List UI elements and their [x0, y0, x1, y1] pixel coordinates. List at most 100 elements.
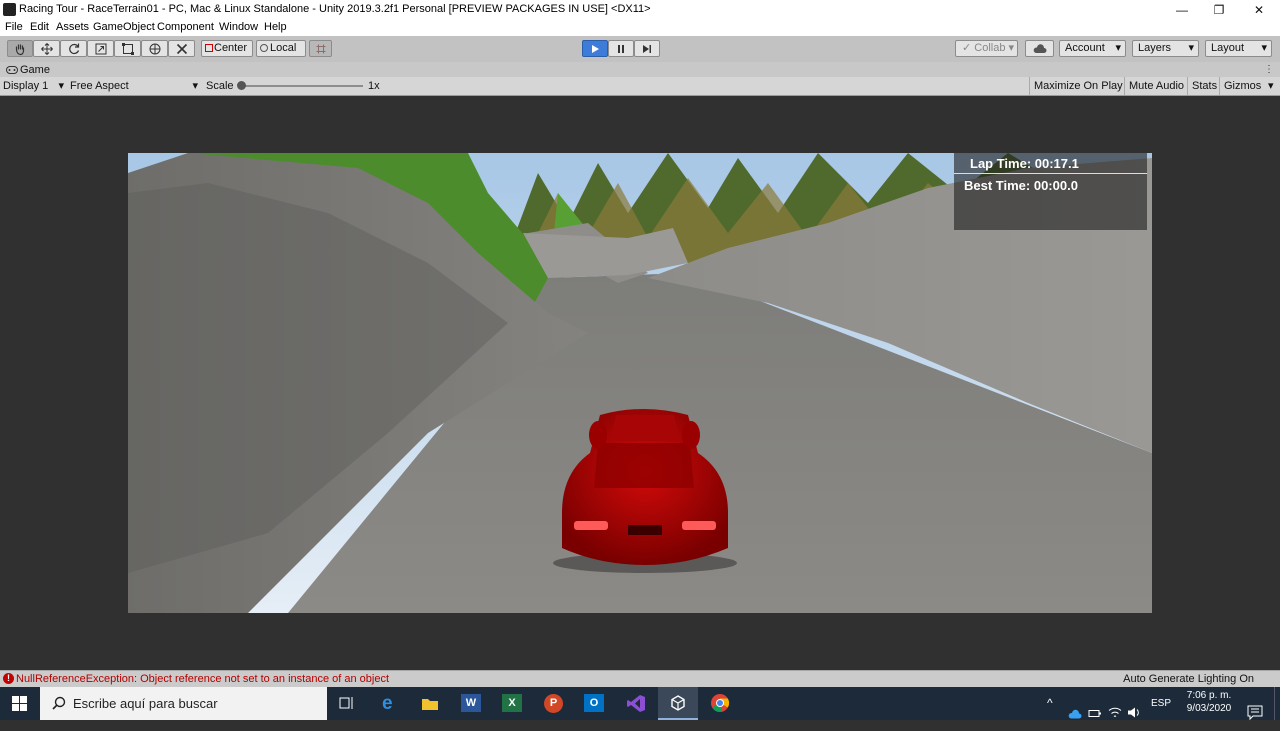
- play-button[interactable]: [582, 40, 608, 57]
- menu-assets[interactable]: Assets: [56, 21, 89, 33]
- menu-component[interactable]: Component: [157, 21, 214, 33]
- pivot-mode-label: Center: [214, 42, 248, 54]
- onedrive-cloud-icon[interactable]: [1068, 698, 1082, 731]
- taskbar-search-box[interactable]: Escribe aquí para buscar: [40, 687, 327, 720]
- gizmos-chevron-down-icon[interactable]: ▾: [1268, 77, 1274, 95]
- best-time-text: Best Time: 00:00.0: [964, 178, 1078, 193]
- unity-icon: [671, 695, 685, 711]
- collab-button[interactable]: ✓ Collab ▾: [955, 40, 1018, 57]
- collab-check-icon: ✓: [962, 42, 972, 54]
- taskbar-file-explorer[interactable]: [410, 687, 450, 720]
- step-button[interactable]: [634, 40, 660, 57]
- move-icon: [40, 42, 53, 55]
- language-indicator[interactable]: ESP: [1151, 698, 1171, 731]
- mute-audio-toggle[interactable]: Mute Audio: [1124, 77, 1189, 95]
- battery-icon[interactable]: [1088, 697, 1102, 730]
- game-viewport[interactable]: Lap Time: 00:17.1 Best Time: 00:00.0: [128, 153, 1152, 613]
- excel-icon: X: [502, 694, 522, 712]
- scale-value: 1x: [368, 80, 380, 92]
- aspect-dropdown[interactable]: Free Aspect ▾: [66, 77, 200, 95]
- menu-window[interactable]: Window: [219, 21, 258, 33]
- move-tool-button[interactable]: [33, 40, 60, 57]
- display-chevron-down-icon: ▾: [58, 80, 64, 92]
- taskbar-search-placeholder: Escribe aquí para buscar: [73, 696, 218, 711]
- tab-game[interactable]: Game: [20, 64, 50, 76]
- taskbar-outlook[interactable]: O: [574, 687, 614, 720]
- step-icon: [643, 44, 651, 53]
- scale-slider-thumb[interactable]: [237, 81, 246, 90]
- taskbar-edge[interactable]: e: [370, 687, 410, 720]
- aspect-chevron-down-icon: ▾: [192, 80, 198, 92]
- unity-app-icon: [3, 3, 16, 16]
- task-view-icon: [339, 697, 353, 709]
- pivot-center-icon: [205, 44, 213, 52]
- hand-tool-button[interactable]: [7, 40, 33, 57]
- volume-icon[interactable]: [1127, 696, 1141, 729]
- maximize-button[interactable]: ❐: [1199, 0, 1239, 20]
- grid-snap-button[interactable]: [309, 40, 332, 57]
- rect-tool-button[interactable]: [114, 40, 141, 57]
- rotate-tool-button[interactable]: [60, 40, 87, 57]
- cloud-icon: [1033, 43, 1046, 53]
- layout-dropdown[interactable]: Layout ▾: [1205, 40, 1272, 57]
- taskbar-unity[interactable]: [658, 687, 698, 720]
- layout-chevron-down-icon: ▾: [1261, 42, 1267, 54]
- taskbar-powerpoint[interactable]: P: [533, 687, 573, 720]
- collab-chevron-down-icon: ▾: [1008, 42, 1015, 54]
- cloud-button[interactable]: [1025, 40, 1054, 57]
- taskbar-excel[interactable]: X: [492, 687, 532, 720]
- windows-taskbar: Escribe aquí para buscar e W X P O ^ ESP…: [0, 687, 1280, 721]
- layout-label: Layout: [1211, 42, 1245, 54]
- show-desktop-button[interactable]: [1274, 687, 1280, 720]
- tab-menu-icon[interactable]: ⋮: [1264, 64, 1274, 75]
- transform-tool-button[interactable]: [141, 40, 168, 57]
- chrome-icon: [711, 694, 730, 713]
- menu-help[interactable]: Help: [264, 21, 287, 33]
- lap-time-hud: Lap Time: 00:17.1 Best Time: 00:00.0: [954, 153, 1147, 230]
- status-bar: ! NullReferenceException: Object referen…: [0, 670, 1280, 688]
- account-chevron-down-icon: ▾: [1115, 42, 1121, 54]
- account-dropdown[interactable]: Account ▾: [1059, 40, 1126, 57]
- taskbar-word[interactable]: W: [451, 687, 491, 720]
- display-dropdown[interactable]: Display 1 ▾: [0, 77, 64, 95]
- play-icon: [592, 44, 599, 53]
- task-view-button[interactable]: [327, 687, 367, 720]
- lap-time-text: Lap Time: 00:17.1: [970, 156, 1079, 171]
- clock-time: 7:06 p. m.: [1186, 690, 1232, 701]
- stats-toggle[interactable]: Stats: [1187, 77, 1222, 95]
- pivot-mode-button[interactable]: Center: [201, 40, 253, 57]
- search-icon: [52, 696, 66, 710]
- pause-button[interactable]: [608, 40, 634, 57]
- wifi-icon[interactable]: [1108, 696, 1122, 729]
- custom-tool-button[interactable]: [168, 40, 195, 57]
- taskbar-chrome[interactable]: [700, 687, 740, 720]
- layers-dropdown[interactable]: Layers ▾: [1132, 40, 1199, 57]
- console-error-message[interactable]: NullReferenceException: Object reference…: [16, 673, 389, 685]
- clock[interactable]: 7:06 p. m. 9/03/2020: [1178, 687, 1240, 720]
- title-bar: Racing Tour - RaceTerrain01 - PC, Mac & …: [0, 0, 1280, 20]
- menu-file[interactable]: File: [5, 21, 23, 33]
- menu-gameobject[interactable]: GameObject: [93, 21, 155, 33]
- account-label: Account: [1065, 42, 1105, 54]
- word-icon: W: [461, 694, 481, 712]
- error-icon: !: [3, 673, 14, 684]
- window-title: Racing Tour - RaceTerrain01 - PC, Mac & …: [19, 3, 651, 15]
- action-center-icon[interactable]: [1247, 696, 1263, 729]
- main-toolbar: Center Local ✓ Collab ▾ Account ▾ Layers…: [0, 36, 1280, 63]
- hud-divider: [954, 173, 1147, 174]
- minimize-button[interactable]: —: [1162, 0, 1202, 20]
- taskbar-visual-studio[interactable]: [616, 687, 656, 720]
- close-button[interactable]: ✕: [1239, 0, 1279, 20]
- gizmos-toggle[interactable]: Gizmos: [1219, 77, 1266, 95]
- auto-generate-lighting-status[interactable]: Auto Generate Lighting On: [1123, 673, 1254, 685]
- game-view-bar: Display 1 ▾ Free Aspect ▾ Scale 1x Maxim…: [0, 77, 1280, 96]
- scale-slider-track[interactable]: [241, 85, 363, 87]
- tools-icon: [176, 43, 187, 54]
- scale-tool-button[interactable]: [87, 40, 114, 57]
- maximize-on-play-toggle[interactable]: Maximize On Play: [1029, 77, 1127, 95]
- pivot-rotation-button[interactable]: Local: [256, 40, 306, 57]
- start-button[interactable]: [0, 687, 40, 720]
- visual-studio-icon: [627, 695, 645, 712]
- show-hidden-icons-chevron-icon[interactable]: ^: [1047, 696, 1053, 729]
- menu-edit[interactable]: Edit: [30, 21, 49, 33]
